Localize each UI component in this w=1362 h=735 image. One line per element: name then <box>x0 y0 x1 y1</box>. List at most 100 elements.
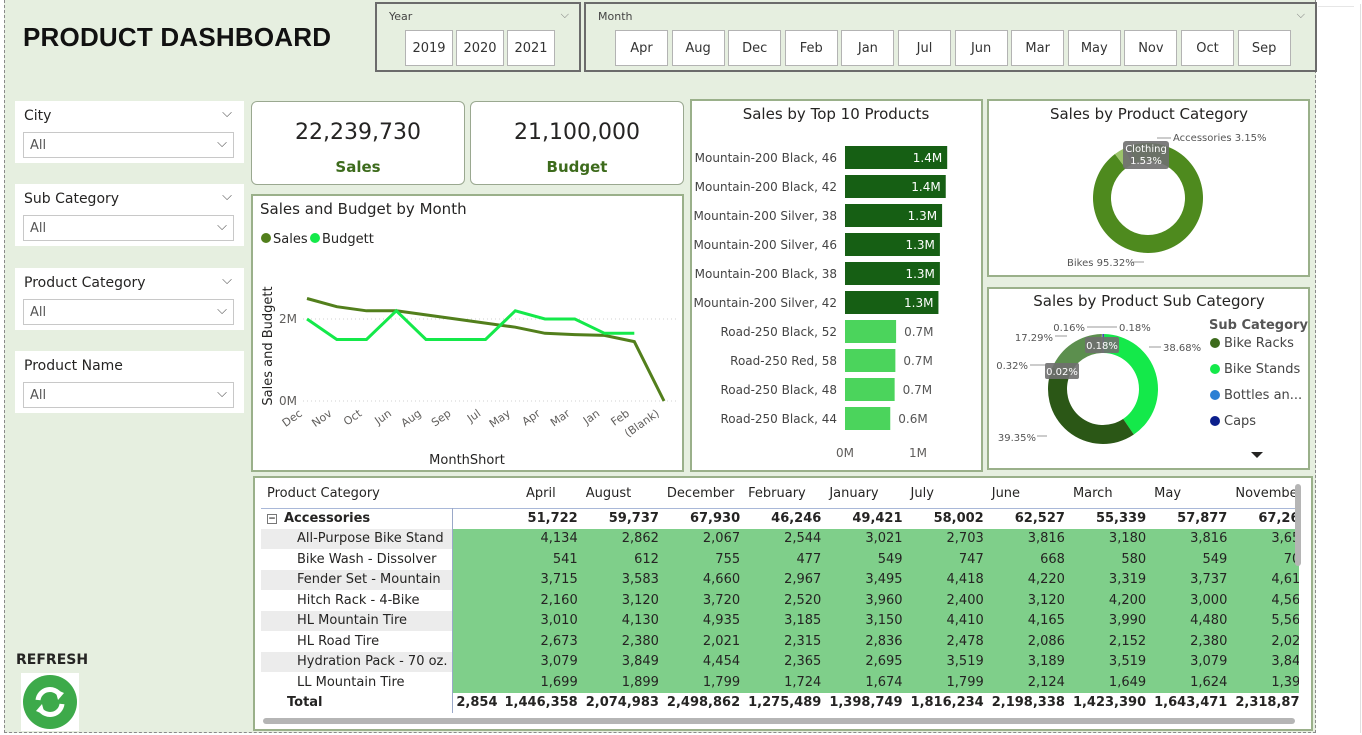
product-category-slicer: Product Category ⌵ All⌵ <box>15 268 244 330</box>
sales-matrix[interactable]: Product CategoryAprilAugustDecemberFebru… <box>261 482 1299 718</box>
matrix-row-header[interactable]: Fender Set - Mountain <box>261 570 452 591</box>
bar[interactable] <box>845 407 890 430</box>
matrix-cell: 2,124 <box>988 672 1069 693</box>
chevron-down-icon[interactable]: ⌵ <box>222 189 232 204</box>
bar[interactable] <box>845 320 896 343</box>
sales-kpi-label: Sales <box>252 158 464 176</box>
matrix-cell: 3,319 <box>1069 570 1150 591</box>
bar[interactable] <box>845 349 895 372</box>
sales-budget-line-chart[interactable]: Sales and Budget by Month Sales Budgett … <box>251 194 684 472</box>
x-tick-label: 1M <box>909 446 927 460</box>
month-tile-feb[interactable]: Feb <box>785 30 838 66</box>
x-tick-label: 0M <box>836 446 854 460</box>
matrix-row-header[interactable]: HL Road Tire <box>261 631 452 652</box>
matrix-row-header[interactable]: Hydration Pack - 70 oz. <box>261 652 452 673</box>
matrix-column-header[interactable]: August <box>582 482 663 508</box>
bar-data-label: 1.3M <box>904 296 933 310</box>
bar-data-label: 1.4M <box>911 180 940 194</box>
matrix-group-cell[interactable]: −Accessories <box>261 508 452 529</box>
city-dropdown[interactable]: All⌵ <box>23 132 234 158</box>
matrix-horizontal-scrollbar[interactable] <box>263 718 1295 724</box>
legend-item[interactable]: Bike Racks <box>1224 336 1294 351</box>
month-tile-oct[interactable]: Oct <box>1181 30 1234 66</box>
bar-chart-title: Sales by Top 10 Products <box>743 105 930 123</box>
bar-data-label: 0.6M <box>898 412 927 426</box>
matrix-row-header[interactable]: Bike Wash - Dissolver <box>261 549 452 570</box>
product-category-slicer-label: Product Category <box>24 275 146 291</box>
matrix-cell: 51,722 <box>452 508 582 529</box>
legend-scroll-down-icon[interactable] <box>1251 452 1263 458</box>
matrix-row-header[interactable]: All-Purpose Bike Stand <box>261 529 452 550</box>
total-label: Total <box>287 695 323 710</box>
product-subcategory-donut-chart[interactable]: Sales by Product Sub Category 38.68%39.3… <box>987 287 1310 470</box>
matrix-column-header[interactable]: January <box>825 482 906 508</box>
legend-item[interactable]: Bottles an... <box>1224 388 1302 403</box>
year-tile-2021[interactable]: 2021 <box>507 30 555 66</box>
matrix-row-header[interactable]: LL Mountain Tire <box>261 672 452 693</box>
x-axis-label: MonthShort <box>429 453 505 468</box>
matrix-total-label: Total2,854 <box>261 693 452 714</box>
collapse-icon[interactable]: − <box>267 514 277 524</box>
total-first-value: 2,854 <box>456 695 497 710</box>
matrix-column-header[interactable]: April <box>452 482 582 508</box>
legend-item[interactable]: Bike Stands <box>1224 362 1301 377</box>
matrix-row: All-Purpose Bike Stand4,1342,8622,0672,5… <box>261 529 1299 550</box>
month-tile-sep[interactable]: Sep <box>1238 30 1291 66</box>
top10-products-bar-chart[interactable]: Sales by Top 10 Products Mountain-200 Bl… <box>690 99 983 472</box>
matrix-cell: 3,000 <box>1150 590 1231 611</box>
matrix-corner-header[interactable]: Product Category <box>261 482 452 508</box>
product-category-dropdown[interactable]: All⌵ <box>23 299 234 325</box>
month-tile-jan[interactable]: Jan <box>841 30 894 66</box>
matrix-cell: 2,967 <box>744 570 825 591</box>
chevron-down-icon[interactable]: ⌵ <box>222 106 232 121</box>
chevron-down-icon[interactable]: ⌵ <box>1297 8 1305 22</box>
month-tile-may[interactable]: May <box>1068 30 1121 66</box>
chevron-down-icon[interactable]: ⌵ <box>561 8 569 22</box>
product-name-dropdown[interactable]: All⌵ <box>23 382 234 408</box>
month-tile-mar[interactable]: Mar <box>1011 30 1064 66</box>
matrix-cell: 2,673 <box>452 631 582 652</box>
matrix-row-header[interactable]: Hitch Rack - 4-Bike <box>261 590 452 611</box>
matrix-column-header[interactable]: May <box>1150 482 1231 508</box>
product-category-donut-chart[interactable]: Sales by Product Category Bikes 95.32%Ac… <box>987 99 1310 277</box>
series-line-sales[interactable] <box>307 299 664 402</box>
matrix-column-header[interactable]: February <box>744 482 825 508</box>
matrix-vertical-scrollbar[interactable] <box>1295 484 1301 566</box>
legend-item[interactable]: Caps <box>1224 414 1256 429</box>
matrix-column-header[interactable]: December <box>663 482 744 508</box>
x-tick-label: Mar <box>548 407 573 430</box>
page-title: PRODUCT DASHBOARD <box>23 22 331 53</box>
month-tile-nov[interactable]: Nov <box>1124 30 1177 66</box>
matrix-column-header[interactable]: March <box>1069 482 1150 508</box>
matrix-cell: 2,086 <box>988 631 1069 652</box>
refresh-button[interactable] <box>21 673 79 731</box>
matrix-column-header[interactable]: November <box>1231 482 1299 508</box>
month-tile-jul[interactable]: Jul <box>898 30 951 66</box>
sub-category-dropdown[interactable]: All⌵ <box>23 215 234 241</box>
chevron-down-icon[interactable]: ⌵ <box>222 273 232 288</box>
bar[interactable] <box>845 378 895 401</box>
matrix-cell: 4,200 <box>1069 590 1150 611</box>
sub-category-slicer-label: Sub Category <box>24 191 119 207</box>
matrix-cell: 3,185 <box>744 611 825 632</box>
budget-kpi-card: 21,100,000 Budget <box>470 101 684 185</box>
bar-data-label: 1.3M <box>905 267 934 281</box>
matrix-cell: 2,021 <box>1231 631 1299 652</box>
matrix-cell: 1,674 <box>825 672 906 693</box>
matrix-cell: 2,160 <box>452 590 582 611</box>
matrix-row-header[interactable]: HL Mountain Tire <box>261 611 452 632</box>
matrix-cell: 5,565 <box>1231 611 1299 632</box>
sales-kpi-value: 22,239,730 <box>252 120 464 145</box>
year-tile-2019[interactable]: 2019 <box>405 30 453 66</box>
month-tile-aug[interactable]: Aug <box>672 30 725 66</box>
matrix-column-header[interactable]: June <box>988 482 1069 508</box>
month-tile-jun[interactable]: Jun <box>955 30 1008 66</box>
bar-data-label: 0.7M <box>904 325 933 339</box>
month-tile-dec[interactable]: Dec <box>728 30 781 66</box>
matrix-cell: 67,268 <box>1231 508 1299 529</box>
matrix-column-header[interactable]: July <box>907 482 988 508</box>
month-tile-apr[interactable]: Apr <box>615 30 668 66</box>
matrix-cell: 2,544 <box>744 529 825 550</box>
year-tile-2020[interactable]: 2020 <box>456 30 504 66</box>
bar-data-label: 1.4M <box>913 151 942 165</box>
